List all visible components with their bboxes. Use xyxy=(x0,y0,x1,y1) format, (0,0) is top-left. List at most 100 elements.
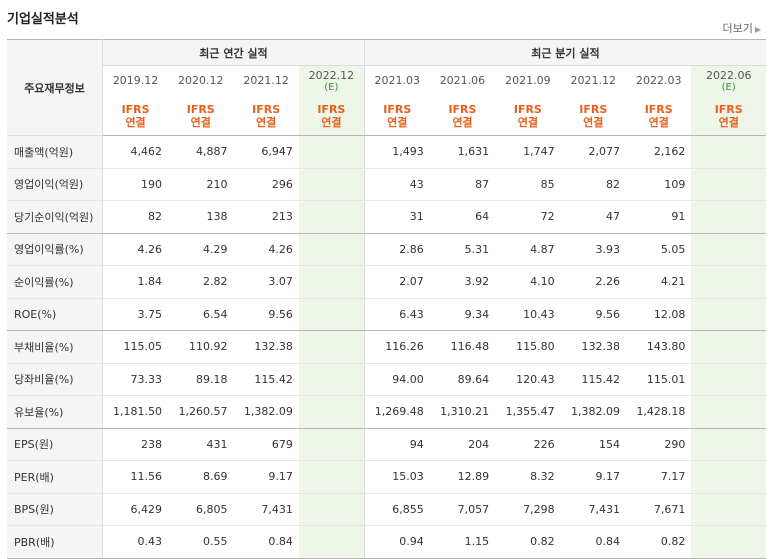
period-header: 2019.12 xyxy=(102,65,169,96)
table-row: 당기순이익(억원) 82 138 213 31 64 72 47 91 xyxy=(7,200,766,234)
quarter-value: 89.64 xyxy=(429,363,496,396)
basis-standard: IFRS xyxy=(252,102,281,116)
annual-value: 1.84 xyxy=(102,265,169,299)
annual-value: 3.07 xyxy=(233,265,299,299)
quarter-value: 204 xyxy=(429,428,496,461)
annual-value xyxy=(298,233,365,266)
annual-value: 0.84 xyxy=(233,525,299,559)
period-label: 2021.06 xyxy=(439,74,486,87)
basis-consolidation: 연결 xyxy=(648,115,669,129)
financial-table: 주요재무정보 최근 연간 실적 최근 분기 실적 2019.12 2020.12 2… xyxy=(7,39,766,559)
annual-value: 8.69 xyxy=(168,460,234,494)
basis-standard: IFRS xyxy=(383,102,412,116)
annual-value xyxy=(298,493,365,526)
annual-value: 73.33 xyxy=(102,363,169,396)
annual-value xyxy=(298,428,365,461)
basis-standard: IFRS xyxy=(579,102,608,116)
basis-consolidation: 연결 xyxy=(517,115,538,129)
quarter-value: 115.01 xyxy=(626,363,692,396)
quarter-value: 154 xyxy=(560,428,626,461)
quarter-value: 94.00 xyxy=(363,363,430,396)
annual-group-header: 최근 연간 실적 xyxy=(102,39,365,66)
quarter-value: 1,493 xyxy=(363,135,430,169)
annual-value: 213 xyxy=(233,200,299,234)
quarter-value: 2.86 xyxy=(363,233,430,266)
row-label: 순이익률(%) xyxy=(7,265,104,299)
period-label: 2020.12 xyxy=(177,74,224,87)
quarter-value: 47 xyxy=(560,200,626,234)
annual-value: 132.38 xyxy=(233,330,299,364)
annual-value: 4.29 xyxy=(168,233,234,266)
section-title: 기업실적분석 xyxy=(7,12,79,27)
annual-value: 4,887 xyxy=(168,135,234,169)
quarter-value: 9.17 xyxy=(560,460,626,494)
quarter-value: 2,077 xyxy=(560,135,626,169)
quarter-value: 10.43 xyxy=(495,298,561,331)
quarter-value: 1,269.48 xyxy=(363,395,430,429)
row-label: 당좌비율(%) xyxy=(7,363,104,396)
row-label-header: 주요재무정보 xyxy=(7,39,104,136)
annual-value: 190 xyxy=(102,168,169,201)
quarter-value xyxy=(691,233,766,266)
basis-standard: IFRS xyxy=(644,102,673,116)
quarter-value: 12.08 xyxy=(626,298,692,331)
period-header: 2021.03 xyxy=(363,65,430,96)
quarter-value xyxy=(691,395,766,429)
table-row: EPS(원) 238 431 679 94 204 226 154 290 xyxy=(7,428,766,461)
basis-consolidation: 연결 xyxy=(718,115,739,129)
period-header: 2021.09 xyxy=(495,65,561,96)
annual-value: 115.05 xyxy=(102,330,169,364)
period-label: 2022.03 xyxy=(635,74,682,87)
more-link[interactable]: 더보기 ▶ xyxy=(722,20,761,36)
basis-header: IFRS 연결 xyxy=(495,96,561,136)
table-row: 당좌비율(%) 73.33 89.18 115.42 94.00 89.64 120.43 1… xyxy=(7,363,766,396)
quarter-value: 15.03 xyxy=(363,460,430,494)
quarter-value: 64 xyxy=(429,200,496,234)
annual-value: 6,429 xyxy=(102,493,169,526)
estimate-marker: (E) xyxy=(721,81,736,93)
basis-header: IFRS 연결 xyxy=(298,96,365,136)
quarter-value: 1,631 xyxy=(429,135,496,169)
period-label: 2022.12 xyxy=(308,68,355,82)
period-label: 2021.12 xyxy=(570,74,617,87)
estimate-marker: (E) xyxy=(324,81,339,93)
quarter-value xyxy=(691,363,766,396)
quarter-value: 0.84 xyxy=(560,525,626,559)
annual-value: 210 xyxy=(168,168,234,201)
period-label: 2019.12 xyxy=(112,74,159,87)
annual-value: 6.54 xyxy=(168,298,234,331)
period-label: 2022.06 xyxy=(705,68,752,82)
quarter-value: 116.48 xyxy=(429,330,496,364)
annual-value: 9.17 xyxy=(233,460,299,494)
basis-standard: IFRS xyxy=(121,102,150,116)
quarter-value: 0.94 xyxy=(363,525,430,559)
basis-standard: IFRS xyxy=(513,102,542,116)
annual-value xyxy=(298,330,365,364)
quarter-value xyxy=(691,200,766,234)
quarter-value xyxy=(691,298,766,331)
basis-consolidation: 연결 xyxy=(452,115,473,129)
table-row: 부채비율(%) 115.05 110.92 132.38 116.26 116.48 115… xyxy=(7,330,766,364)
period-header: 2020.12 xyxy=(168,65,234,96)
quarter-value xyxy=(691,493,766,526)
basis-consolidation: 연결 xyxy=(321,115,342,129)
quarter-value: 1,382.09 xyxy=(560,395,626,429)
annual-value: 110.92 xyxy=(168,330,234,364)
quarter-value: 120.43 xyxy=(495,363,561,396)
annual-value: 9.56 xyxy=(233,298,299,331)
annual-value: 82 xyxy=(102,200,169,234)
period-label: 2021.12 xyxy=(243,74,289,87)
basis-header: IFRS 연결 xyxy=(626,96,692,136)
quarter-value: 5.05 xyxy=(626,233,692,266)
table-row: 영업이익률(%) 4.26 4.29 4.26 2.86 5.31 4.87 3.93 5.05 xyxy=(7,233,766,266)
quarter-value: 290 xyxy=(626,428,692,461)
quarter-value: 1.15 xyxy=(429,525,496,559)
annual-value: 6,805 xyxy=(168,493,234,526)
quarter-value: 3.92 xyxy=(429,265,496,299)
annual-value: 6,947 xyxy=(233,135,299,169)
quarter-value: 12.89 xyxy=(429,460,496,494)
basis-standard: IFRS xyxy=(186,102,215,116)
annual-value xyxy=(298,363,365,396)
annual-value: 115.42 xyxy=(233,363,299,396)
row-label: PER(배) xyxy=(7,460,104,494)
